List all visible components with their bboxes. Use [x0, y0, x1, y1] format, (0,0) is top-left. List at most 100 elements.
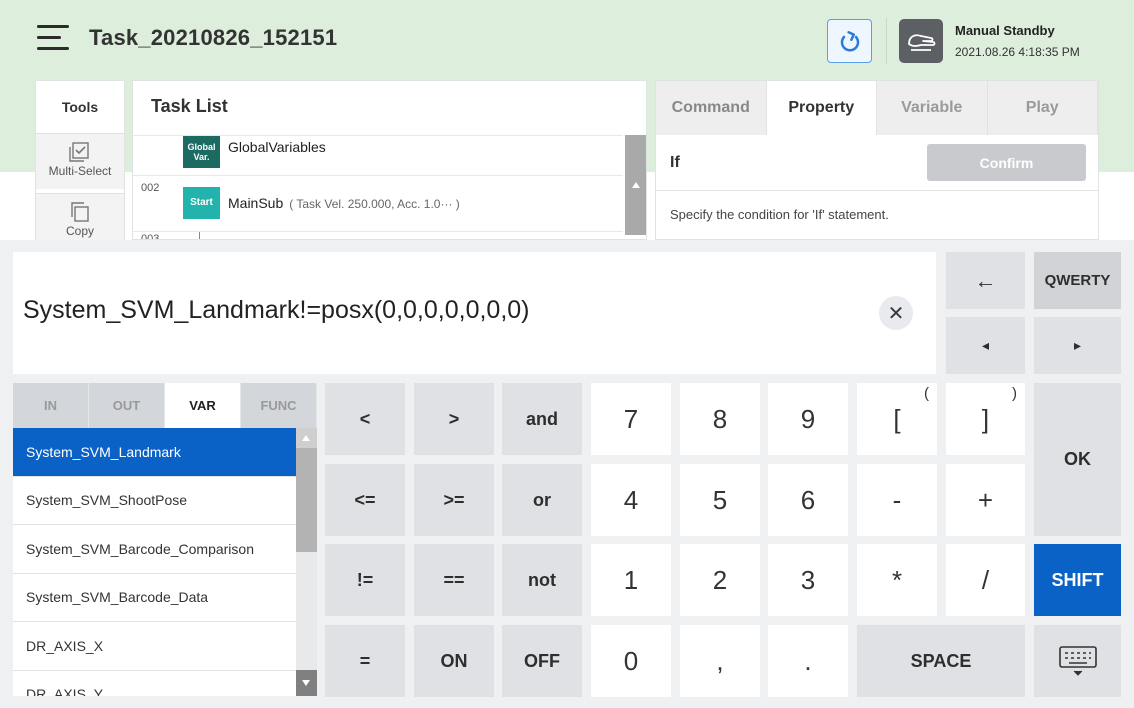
task-row-global-variables[interactable]: Global Var. GlobalVariables	[133, 135, 623, 175]
refresh-button[interactable]	[827, 19, 872, 63]
key-not[interactable]: not	[502, 544, 582, 616]
key-2[interactable]: 2	[680, 544, 760, 616]
key-off[interactable]: OFF	[502, 625, 582, 697]
manual-mode-icon	[899, 19, 943, 63]
confirm-button[interactable]: Confirm	[927, 144, 1086, 181]
task-row-params: ( Task Vel. 250.000, Acc. 1.0··· )	[289, 197, 460, 211]
key-1[interactable]: 1	[591, 544, 671, 616]
scrollbar-thumb[interactable]	[296, 448, 317, 552]
variable-category-tabs: IN OUT VAR FUNC	[13, 383, 317, 428]
tools-title: Tools	[61, 99, 99, 115]
key-less-equal[interactable]: <=	[325, 464, 405, 536]
tree-connector	[199, 232, 200, 239]
property-description: Specify the condition for 'If' statement…	[670, 207, 889, 222]
key-greater-equal[interactable]: >=	[414, 464, 494, 536]
task-row-mainsub[interactable]: 002 Start MainSub ( Task Vel. 250.000, Ac…	[133, 175, 623, 231]
shift-key[interactable]: SHIFT	[1034, 544, 1121, 616]
variable-item[interactable]: System_SVM_ShootPose	[13, 477, 296, 525]
robot-mode-timestamp: 2021.08.26 4:18:35 PM	[955, 45, 1080, 59]
scroll-up-icon[interactable]	[296, 428, 317, 448]
key-3[interactable]: 3	[768, 544, 848, 616]
key-comma[interactable]: ,	[680, 625, 760, 697]
key-on[interactable]: ON	[414, 625, 494, 697]
key-main-char: [	[893, 403, 901, 434]
task-list-rows: Global Var. GlobalVariables 002 Start Ma…	[133, 135, 623, 240]
task-list-panel: Task List Global Var. GlobalVariables 00…	[132, 80, 647, 240]
cursor-left-key[interactable]: ◂	[946, 317, 1025, 374]
close-icon: ✕	[887, 302, 905, 325]
task-list-title: Task List	[151, 96, 228, 116]
task-title: Task_20210826_152151	[89, 25, 338, 50]
tab-variable[interactable]: Variable	[877, 81, 988, 135]
key-0[interactable]: 0	[591, 625, 671, 697]
variable-item[interactable]: DR_AXIS_X	[13, 622, 296, 671]
tools-panel: Tools Multi-Select Copy	[35, 80, 125, 249]
key-7[interactable]: 7	[591, 383, 671, 455]
key-equal-equal[interactable]: ==	[414, 544, 494, 616]
key-plus[interactable]: +	[946, 464, 1025, 536]
expression-keyboard: System_SVM_Landmark!=posx(0,0,0,0,0,0,0)…	[0, 240, 1134, 708]
key-dot[interactable]: .	[768, 625, 848, 697]
condition-label: If	[670, 154, 680, 171]
key-5[interactable]: 5	[680, 464, 760, 536]
key-main-char: ]	[981, 403, 990, 434]
key-greater-than[interactable]: >	[414, 383, 494, 455]
scroll-down-icon[interactable]	[296, 670, 317, 696]
tab-func[interactable]: FUNC	[241, 383, 317, 428]
task-row-name: MainSub	[228, 195, 284, 211]
key-not-equal[interactable]: !=	[325, 544, 405, 616]
property-panel: Command Property Variable Play If Confir…	[655, 80, 1099, 240]
task-row-number: 003	[141, 233, 160, 240]
refresh-icon	[840, 30, 859, 52]
backspace-key[interactable]: ←	[946, 252, 1025, 309]
multi-select-icon	[69, 142, 89, 162]
global-var-badge: Global Var.	[183, 136, 220, 168]
key-assign[interactable]: =	[325, 625, 405, 697]
key-right-bracket[interactable]: ] )	[946, 383, 1025, 455]
copy-label: Copy	[65, 224, 94, 238]
tab-in[interactable]: IN	[13, 383, 89, 428]
tab-out[interactable]: OUT	[89, 383, 165, 428]
tab-var[interactable]: VAR	[165, 383, 241, 428]
clear-expression-button[interactable]: ✕	[879, 296, 913, 330]
space-key[interactable]: SPACE	[857, 625, 1025, 697]
key-left-bracket[interactable]: [ (	[857, 383, 937, 455]
variable-item[interactable]: DR_AXIS_Y	[13, 671, 296, 696]
key-shift-char: (	[924, 385, 929, 402]
key-or[interactable]: or	[502, 464, 582, 536]
key-8[interactable]: 8	[680, 383, 760, 455]
key-6[interactable]: 6	[768, 464, 848, 536]
key-minus[interactable]: -	[857, 464, 937, 536]
multi-select-button[interactable]: Multi-Select	[36, 133, 124, 189]
key-less-than[interactable]: <	[325, 383, 405, 455]
key-and[interactable]: and	[502, 383, 582, 455]
multi-select-label: Multi-Select	[48, 164, 112, 178]
task-row-name-wrap: MainSub ( Task Vel. 250.000, Acc. 1.0··· …	[228, 195, 460, 211]
header-divider	[886, 18, 887, 64]
variable-item[interactable]: System_SVM_Barcode_Comparison	[13, 525, 296, 574]
cursor-right-key[interactable]: ▸	[1034, 317, 1121, 374]
tab-property[interactable]: Property	[766, 81, 877, 135]
expression-input[interactable]: System_SVM_Landmark!=posx(0,0,0,0,0,0,0)…	[13, 252, 936, 374]
keyboard-icon	[1058, 646, 1097, 676]
tab-command[interactable]: Command	[656, 81, 767, 135]
ok-key[interactable]: OK	[1034, 383, 1121, 536]
variable-item[interactable]: System_SVM_Landmark	[13, 428, 296, 477]
qwerty-key[interactable]: QWERTY	[1034, 252, 1121, 309]
task-row-name: GlobalVariables	[228, 139, 326, 155]
task-list-scrollbar[interactable]	[625, 135, 646, 235]
hide-keyboard-key[interactable]	[1034, 625, 1121, 697]
key-divide[interactable]: /	[946, 544, 1025, 616]
key-4[interactable]: 4	[591, 464, 671, 536]
hamburger-menu-icon[interactable]	[37, 25, 69, 53]
property-tabs: Command Property Variable Play	[656, 81, 1098, 135]
task-row-003[interactable]: 003	[133, 231, 623, 240]
tab-play[interactable]: Play	[987, 81, 1098, 135]
property-divider	[656, 190, 1098, 191]
robot-mode-label: Manual Standby	[955, 23, 1055, 38]
start-badge: Start	[183, 187, 220, 219]
variable-list-scrollbar[interactable]	[296, 428, 317, 696]
variable-item[interactable]: System_SVM_Barcode_Data	[13, 574, 296, 622]
key-9[interactable]: 9	[768, 383, 848, 455]
key-multiply[interactable]: *	[857, 544, 937, 616]
